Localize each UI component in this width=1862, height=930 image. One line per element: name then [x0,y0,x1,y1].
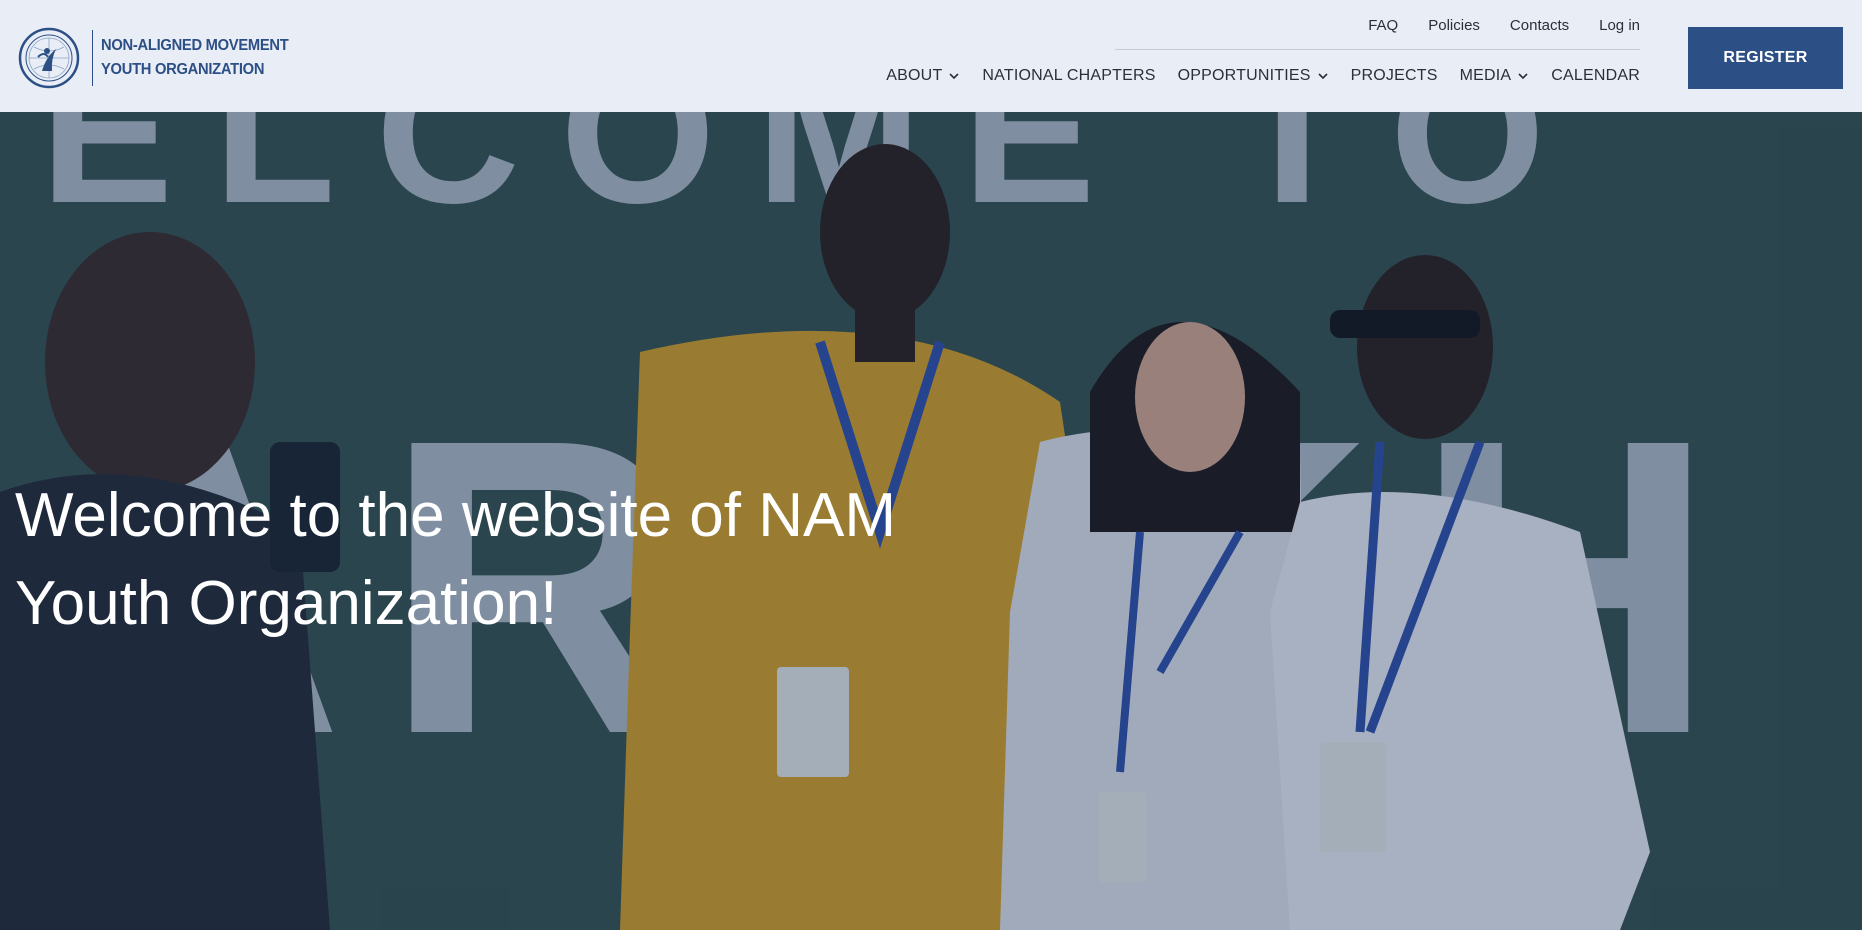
nav-calendar-label: CALENDAR [1551,67,1640,84]
chevron-down-icon [1518,73,1528,80]
nav-divider [1115,49,1640,50]
nav-opportunities-label: OPPORTUNITIES [1177,67,1311,84]
hero-title: Welcome to the website of NAM Youth Orga… [15,472,1015,648]
faq-link[interactable]: FAQ [1368,17,1398,34]
site-header: NON-ALIGNED MOVEMENT YOUTH ORGANIZATION … [0,0,1862,112]
utility-nav: FAQ Policies Contacts Log in [1368,17,1640,34]
nav-about-label: ABOUT [886,67,943,84]
logo-text: NON-ALIGNED MOVEMENT YOUTH ORGANIZATION [101,34,289,82]
nav-media-label: MEDIA [1459,67,1512,84]
nav-national-chapters[interactable]: NATIONAL CHAPTERS [982,67,1155,85]
register-button[interactable]: REGISTER [1688,27,1843,89]
chevron-down-icon [949,73,959,80]
nav-national-chapters-label: NATIONAL CHAPTERS [982,67,1156,84]
site-logo[interactable]: NON-ALIGNED MOVEMENT YOUTH ORGANIZATION [18,27,305,89]
main-nav: ABOUT NATIONAL CHAPTERS OPPORTUNITIES PR… [886,67,1640,85]
logo-line-1: NON-ALIGNED MOVEMENT [101,37,289,54]
logo-line-2: YOUTH ORGANIZATION [101,61,265,78]
nav-opportunities[interactable]: OPPORTUNITIES [1178,67,1329,85]
chevron-down-icon [1318,73,1328,80]
nav-about[interactable]: ABOUT [886,67,960,85]
nav-calendar[interactable]: CALENDAR [1551,67,1640,85]
hero-title-line-2: Youth Organization! [15,569,558,638]
hero-title-line-1: Welcome to the website of NAM [15,481,896,550]
nam-emblem-icon [18,27,80,89]
logo-divider [92,30,93,86]
policies-link[interactable]: Policies [1428,17,1480,34]
nav-projects-label: PROJECTS [1350,67,1438,84]
contacts-link[interactable]: Contacts [1510,17,1569,34]
login-link[interactable]: Log in [1599,17,1640,34]
nav-projects[interactable]: PROJECTS [1351,67,1438,85]
nav-media[interactable]: MEDIA [1460,67,1530,85]
hero-banner: ELCOME TO ARAKH [0,112,1862,930]
